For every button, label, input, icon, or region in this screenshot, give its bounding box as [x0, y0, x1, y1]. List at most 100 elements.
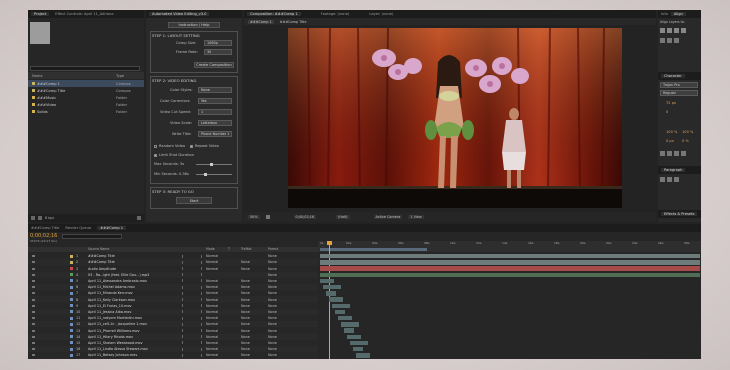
- project-item[interactable]: Solids Folder: [28, 108, 144, 115]
- layer-duration-bar[interactable]: [344, 328, 354, 333]
- visibility-eye-icon[interactable]: [32, 255, 35, 258]
- distribute-top-icon[interactable]: [660, 38, 665, 43]
- visibility-eye-icon[interactable]: [32, 292, 35, 295]
- layer-duration-bar[interactable]: [320, 254, 700, 259]
- create-composition-button[interactable]: Create Composition: [194, 62, 234, 68]
- tab-timeline-comp-title[interactable]: ###Comp Title: [31, 226, 59, 230]
- layer-switches[interactable]: [182, 322, 202, 326]
- font-family-select[interactable]: Trajan Pro: [660, 82, 698, 88]
- layer-parent-select[interactable]: None: [268, 347, 277, 351]
- random-video-checkbox[interactable]: Random Video: [154, 144, 185, 148]
- visibility-eye-icon[interactable]: [32, 310, 35, 313]
- subtab-comp-title[interactable]: ###Comp Title: [278, 20, 309, 24]
- views-select[interactable]: 1 View: [408, 215, 424, 219]
- new-folder-icon[interactable]: [38, 216, 42, 220]
- color-correctors-select[interactable]: Yes: [198, 98, 232, 104]
- layer-switches[interactable]: [182, 285, 202, 289]
- distribute-center-icon[interactable]: [667, 38, 672, 43]
- visibility-eye-icon[interactable]: [32, 298, 35, 301]
- layer-mode-select[interactable]: Normal: [206, 322, 218, 326]
- layer-parent-select[interactable]: None: [268, 267, 277, 271]
- color-styles-select[interactable]: None: [198, 87, 232, 93]
- layer-mode-select[interactable]: Normal: [206, 279, 218, 283]
- visibility-eye-icon[interactable]: [32, 348, 35, 351]
- column-trkmat[interactable]: TrkMat: [241, 247, 252, 251]
- layer-switches[interactable]: [182, 304, 202, 308]
- layer-label-color[interactable]: [70, 273, 73, 277]
- repeat-video-checkbox[interactable]: Repeat Video: [190, 144, 219, 148]
- visibility-eye-icon[interactable]: [32, 267, 35, 270]
- min-seconds-slider-handle[interactable]: [204, 173, 207, 176]
- layer-mode-select[interactable]: Normal: [206, 285, 218, 289]
- layer-duration-bar[interactable]: [341, 322, 359, 327]
- faux-italic-icon[interactable]: [667, 151, 672, 156]
- layer-label-color[interactable]: [70, 341, 73, 345]
- layer-duration-bar[interactable]: [323, 285, 341, 290]
- current-time-handle[interactable]: [327, 241, 332, 245]
- tab-render-queue[interactable]: Render Queue: [65, 226, 91, 230]
- write-title-input[interactable]: Phone Number 1: [198, 131, 232, 137]
- project-item[interactable]: ###Music Folder: [28, 94, 144, 101]
- comp-size-select[interactable]: 1080p: [204, 40, 232, 46]
- layer-duration-bar[interactable]: [326, 291, 336, 296]
- visibility-eye-icon[interactable]: [32, 304, 35, 307]
- layer-duration-bar[interactable]: [329, 297, 343, 302]
- layer-label-color[interactable]: [70, 285, 73, 289]
- layer-parent-select[interactable]: None: [268, 279, 277, 283]
- layer-duration-bar[interactable]: [353, 347, 363, 352]
- layer-label-color[interactable]: [70, 347, 73, 351]
- instruction-help-button[interactable]: Instruction / Help: [168, 22, 220, 28]
- layer-switches[interactable]: [182, 291, 202, 295]
- visibility-eye-icon[interactable]: [32, 329, 35, 332]
- project-search-input[interactable]: [30, 66, 140, 71]
- vertical-scale-value[interactable]: 100 %: [666, 130, 677, 134]
- layer-duration-bar[interactable]: [320, 278, 334, 284]
- layer-switches[interactable]: [182, 254, 202, 258]
- layer-trkmat-select[interactable]: None: [241, 267, 250, 271]
- layer-parent-select[interactable]: None: [268, 341, 277, 345]
- align-top-icon[interactable]: [681, 28, 686, 33]
- active-camera-select[interactable]: Active Camera: [373, 215, 403, 219]
- layer-mode-select[interactable]: Normal: [206, 329, 218, 333]
- layer-duration-bar[interactable]: [335, 309, 345, 315]
- video-cut-speed-select[interactable]: 1: [198, 109, 232, 115]
- camera-icon[interactable]: [265, 215, 270, 219]
- layer-label-color[interactable]: [70, 291, 73, 295]
- layer-parent-select[interactable]: None: [268, 273, 277, 277]
- random-video-check-icon[interactable]: [154, 144, 157, 148]
- layer-label-color[interactable]: [70, 310, 73, 314]
- layer-trkmat-select[interactable]: None: [241, 347, 250, 351]
- visibility-eye-icon[interactable]: [32, 279, 35, 282]
- layer-duration-bar[interactable]: [356, 353, 370, 358]
- zoom-select[interactable]: 50%: [248, 215, 260, 219]
- layer-switches[interactable]: [182, 267, 202, 271]
- tab-project[interactable]: Project: [31, 12, 50, 16]
- layer-trkmat-select[interactable]: None: [241, 341, 250, 345]
- tab-paragraph[interactable]: Paragraph: [661, 168, 686, 172]
- project-item[interactable]: ###Comp Title Compos: [28, 87, 144, 94]
- timeline-search-input[interactable]: [62, 234, 122, 239]
- small-caps-icon[interactable]: [681, 151, 686, 156]
- layer-parent-select[interactable]: None: [268, 254, 277, 258]
- layer-label-color[interactable]: [70, 304, 73, 308]
- layer-switches[interactable]: [182, 310, 202, 314]
- paragraph-left-icon[interactable]: [660, 177, 665, 182]
- tab-align[interactable]: Align: [670, 12, 686, 16]
- tab-effects-presets[interactable]: Effects & Presets: [661, 212, 698, 216]
- distribute-bottom-icon[interactable]: [674, 38, 679, 43]
- visibility-eye-icon[interactable]: [32, 261, 35, 264]
- tracking-value[interactable]: 0: [666, 110, 668, 114]
- layer-mode-select[interactable]: Normal: [206, 347, 218, 351]
- repeat-video-check-icon[interactable]: [190, 144, 193, 148]
- trash-icon[interactable]: [137, 216, 141, 220]
- layer-label-color[interactable]: [70, 335, 73, 339]
- layer-label-color[interactable]: [70, 329, 73, 333]
- align-center-icon[interactable]: [667, 28, 672, 33]
- layer-mode-select[interactable]: Normal: [206, 353, 218, 357]
- column-parent[interactable]: Parent: [268, 247, 278, 251]
- layer-mode-select[interactable]: Normal: [206, 341, 218, 345]
- column-source-name[interactable]: Source Name: [88, 247, 109, 251]
- column-mode[interactable]: Mode: [206, 247, 215, 251]
- layer-parent-select[interactable]: None: [268, 316, 277, 320]
- layer-duration-bar[interactable]: [320, 272, 700, 277]
